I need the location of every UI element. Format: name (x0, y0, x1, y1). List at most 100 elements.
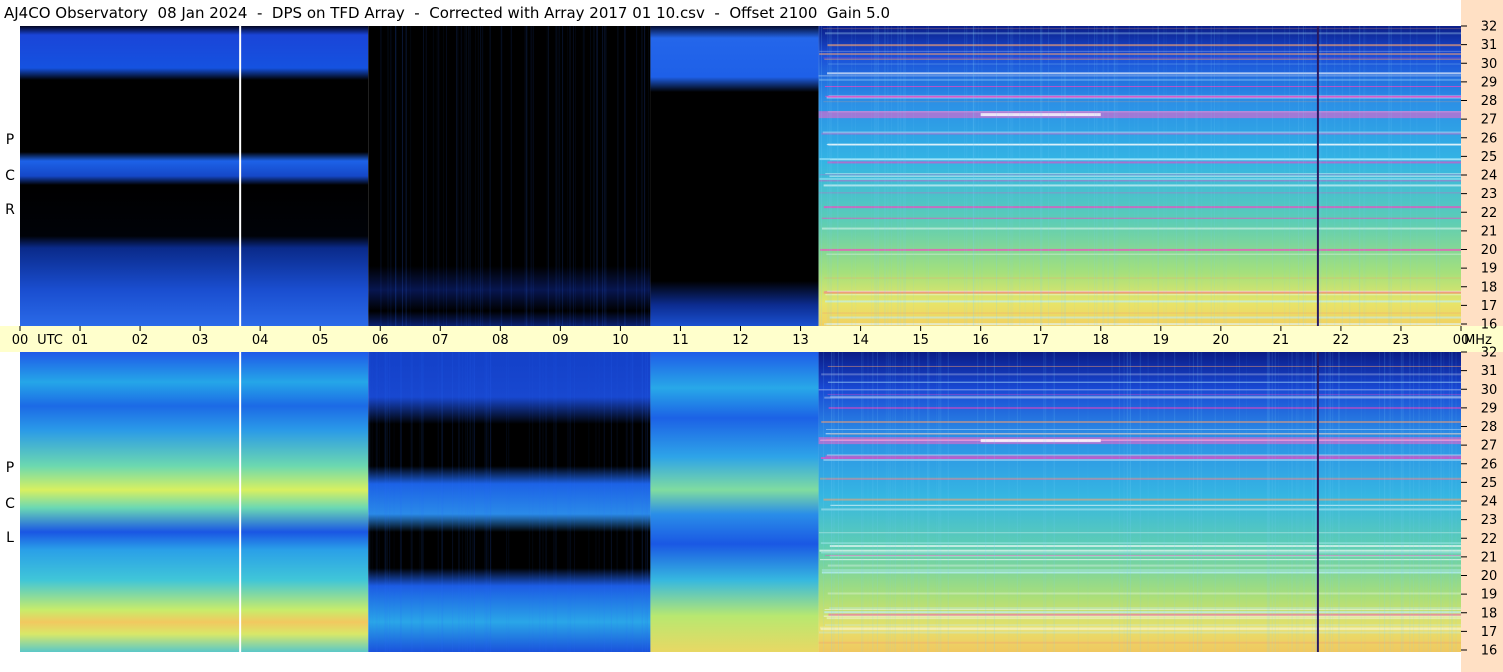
lcp-texture-mid (467, 352, 469, 652)
lcp-texture (918, 352, 920, 652)
lcp-texture (1440, 352, 1442, 652)
lcp-texture (1443, 352, 1445, 652)
rcp-texture-mid (386, 26, 388, 326)
lcp-texture (947, 352, 949, 652)
rcp-texture (855, 26, 857, 326)
rcp-freq-label: 28 (1481, 94, 1498, 109)
rcp-streak (819, 177, 1461, 180)
lcp-freq-label: 19 (1481, 588, 1498, 603)
rcp-texture-mid (643, 26, 645, 326)
rcp-freq-label: 16 (1481, 318, 1498, 333)
lcp-texture (1118, 352, 1120, 652)
rcp-texture (1375, 26, 1377, 326)
lcp-freq-label: 32 (1481, 346, 1498, 361)
lcp-texture-mid (372, 352, 374, 652)
rcp-texture (1439, 26, 1441, 326)
rcp-texture-mid (388, 26, 390, 326)
time-tick-label: 20 (1213, 333, 1230, 348)
lcp-texture (1338, 352, 1340, 652)
lcp-texture (1379, 352, 1381, 652)
lcp-texture-mid (458, 352, 460, 652)
rcp-texture-mid (605, 26, 607, 326)
lcp-texture (838, 352, 840, 652)
lcp-texture-mid (486, 352, 488, 652)
lcp-texture-mid (377, 352, 379, 652)
lcp-texture (1052, 352, 1054, 652)
lcp-texture-mid (625, 352, 627, 652)
rcp-streak (818, 75, 1461, 77)
lcp-texture (1274, 352, 1276, 652)
rcp-texture (1326, 26, 1328, 326)
lcp-texture (1451, 352, 1453, 652)
lcp-texture-mid (610, 352, 612, 652)
rcp-texture-mid (510, 26, 512, 326)
rcp-texture (1310, 26, 1312, 326)
lcp-freq-label: 31 (1481, 364, 1498, 379)
rcp-texture (871, 26, 873, 326)
rcp-texture (1284, 26, 1286, 326)
lcp-texture (1277, 352, 1279, 652)
lcp-texture-mid (644, 352, 646, 652)
rcp-texture (1319, 26, 1321, 326)
rcp-texture (1196, 26, 1198, 326)
lcp-texture (1423, 352, 1425, 652)
lcp-texture (1192, 352, 1194, 652)
rcp-texture (900, 26, 902, 326)
lcp-texture-mid (375, 352, 377, 652)
rcp-texture-mid (524, 26, 526, 326)
time-tick-label: 12 (732, 333, 749, 348)
lcp-texture-mid (567, 352, 569, 652)
lcp-texture-mid (368, 352, 370, 652)
lcp-texture (1045, 352, 1047, 652)
lcp-texture (833, 352, 835, 652)
lcp-texture (1157, 352, 1159, 652)
rcp-texture-mid (395, 26, 397, 326)
rcp-texture (1289, 26, 1291, 326)
lcp-streak (824, 624, 1461, 626)
lcp-texture-mid (555, 352, 557, 652)
rcp-texture (818, 26, 820, 326)
rcp-texture-mid (562, 26, 564, 326)
rcp-texture (927, 26, 929, 326)
rcp-texture (1298, 26, 1300, 326)
rcp-texture-mid (596, 26, 598, 326)
lcp-texture-mid (473, 352, 475, 652)
rcp-texture (1032, 26, 1034, 326)
time-tick-label: 07 (432, 333, 449, 348)
lcp-texture (1163, 352, 1165, 652)
rcp-texture (981, 26, 983, 326)
lcp-texture (927, 352, 929, 652)
rcp-texture (1349, 26, 1351, 326)
rcp-texture-mid (583, 26, 585, 326)
lcp-texture (1077, 352, 1079, 652)
time-tick-label: 10 (612, 333, 629, 348)
lcp-texture-mid (422, 352, 424, 652)
lcp-texture (1189, 352, 1191, 652)
rcp-texture (1163, 26, 1165, 326)
lcp-texture-mid (485, 352, 487, 652)
lcp-texture (1174, 352, 1176, 652)
rcp-texture (966, 26, 968, 326)
rcp-freq-label: 23 (1481, 187, 1498, 202)
rcp-texture-mid (438, 26, 440, 326)
rcp-texture-mid (469, 26, 471, 326)
lcp-interference-line (1316, 352, 1319, 652)
lcp-texture-mid (553, 352, 555, 652)
rcp-texture-mid (532, 26, 534, 326)
lcp-texture (912, 352, 914, 652)
rcp-streak (819, 50, 1461, 52)
rcp-texture (1062, 26, 1064, 326)
lcp-streak (827, 564, 1461, 567)
rcp-texture-mid (623, 26, 625, 326)
rcp-streak (818, 180, 1461, 182)
lcp-freq-label: 27 (1481, 439, 1498, 454)
rcp-texture (1400, 26, 1402, 326)
rcp-texture (1103, 26, 1105, 326)
lcp-texture-mid (595, 352, 597, 652)
rcp-texture (829, 26, 831, 326)
rcp-texture (887, 26, 889, 326)
rcp-texture (827, 26, 829, 326)
rcp-texture-mid (582, 26, 584, 326)
lcp-texture (823, 352, 825, 652)
lcp-streak (825, 429, 1461, 431)
